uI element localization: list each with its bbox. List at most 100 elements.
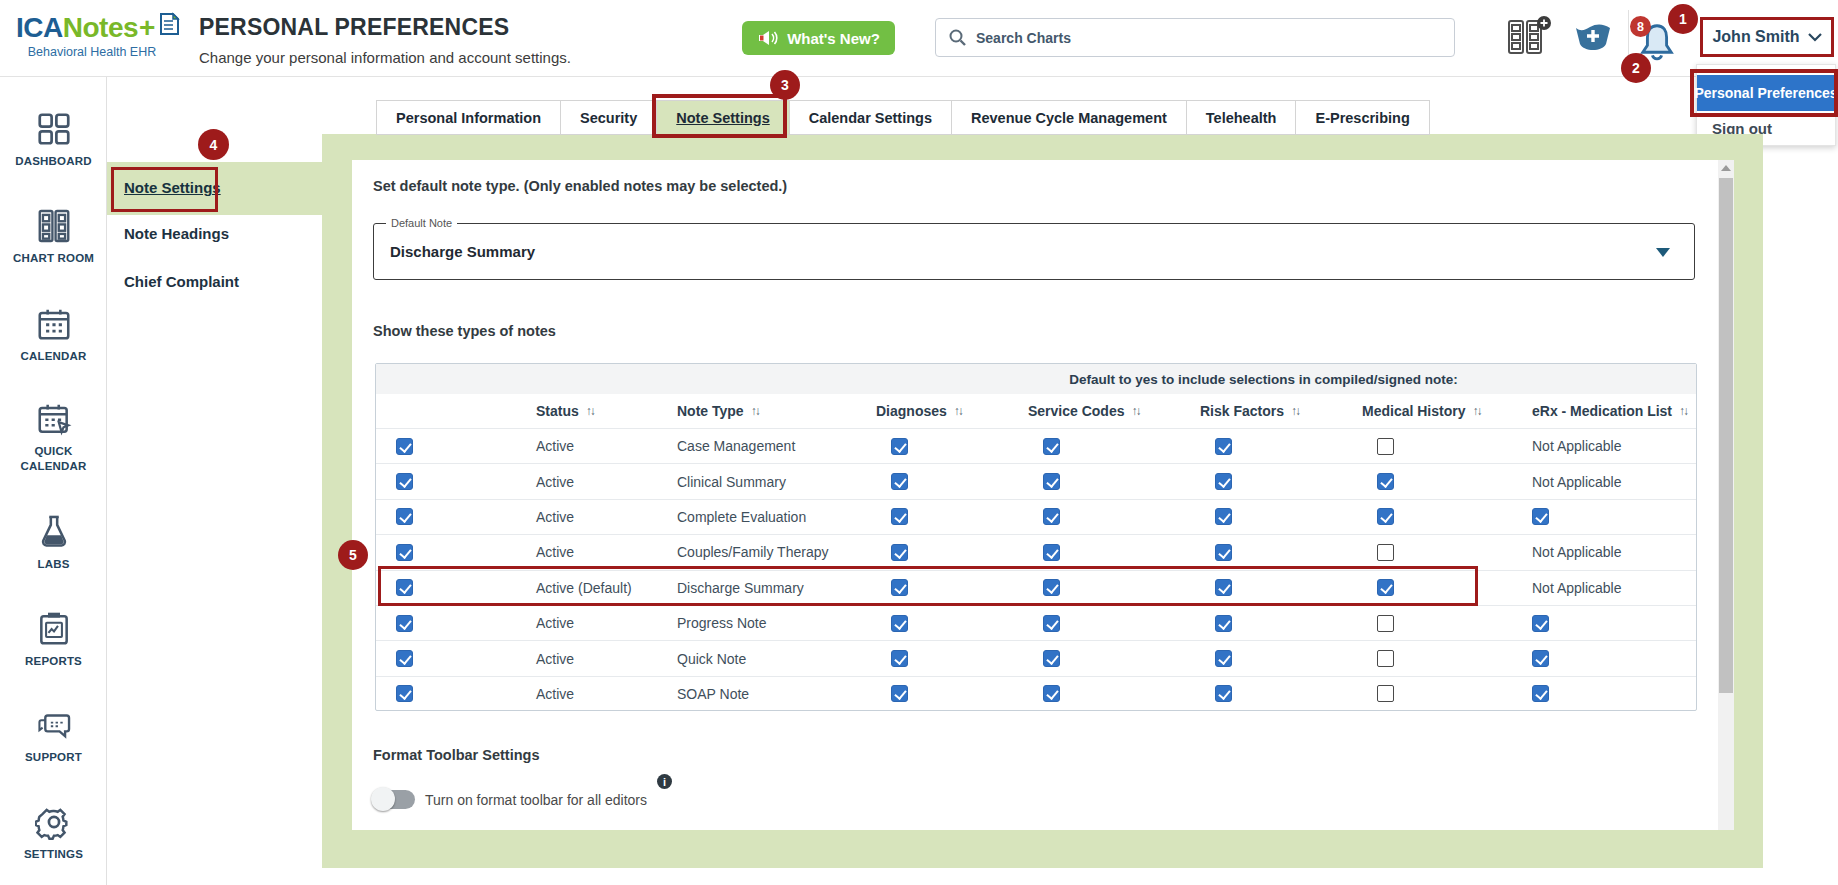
checkbox[interactable] — [396, 685, 413, 702]
sidebar-item-reports[interactable]: REPORTS — [0, 610, 107, 669]
sidebar-item-settings[interactable]: SETTINGS — [0, 803, 107, 862]
checkbox[interactable] — [1215, 650, 1232, 667]
checkbox[interactable] — [1532, 650, 1549, 667]
checkbox[interactable] — [1532, 685, 1549, 702]
column-header-status[interactable]: Status↑↓ — [536, 403, 677, 419]
sidebar-item-support[interactable]: SUPPORT — [0, 706, 107, 765]
sort-icon[interactable]: ↑↓ — [954, 404, 962, 418]
checkbox[interactable] — [1377, 685, 1394, 702]
checkbox[interactable] — [396, 615, 413, 632]
checkbox[interactable] — [891, 473, 908, 490]
user-menu-trigger[interactable]: John Smith — [1700, 17, 1834, 57]
checkbox[interactable] — [1532, 615, 1549, 632]
checkbox[interactable] — [1215, 685, 1232, 702]
checkbox[interactable] — [1043, 650, 1060, 667]
sort-icon[interactable]: ↑↓ — [1291, 404, 1299, 418]
search-input[interactable]: Search Charts — [935, 18, 1455, 57]
sort-icon[interactable]: ↑↓ — [1132, 404, 1140, 418]
checkbox[interactable] — [891, 508, 908, 525]
checkbox[interactable] — [1043, 615, 1060, 632]
column-header-risk-factors[interactable]: Risk Factors↑↓ — [1200, 403, 1362, 419]
tab-e-prescribing[interactable]: E-Prescribing — [1296, 100, 1429, 135]
sidebar-item-dashboard[interactable]: DASHBOARD — [0, 110, 107, 169]
column-header-diagnoses[interactable]: Diagnoses↑↓ — [876, 403, 1028, 419]
vertical-scrollbar[interactable] — [1718, 160, 1734, 830]
column-header-medical-history[interactable]: Medical History↑↓ — [1362, 403, 1532, 419]
status-cell: Active — [536, 544, 677, 560]
subnav-item-note-headings[interactable]: Note Headings — [124, 225, 229, 242]
checkbox[interactable] — [1215, 544, 1232, 561]
checkbox[interactable] — [1377, 615, 1394, 632]
checkbox[interactable] — [1215, 615, 1232, 632]
sort-icon[interactable]: ↑↓ — [1679, 404, 1687, 418]
checkbox[interactable] — [396, 473, 413, 490]
note-type-cell: Case Management — [677, 438, 876, 454]
format-toolbar-toggle[interactable] — [373, 790, 415, 809]
column-header-service-codes[interactable]: Service Codes↑↓ — [1028, 403, 1200, 419]
checkbox[interactable] — [1377, 438, 1394, 455]
chart-room-icon — [0, 207, 107, 245]
sidebar-item-labs[interactable]: LABS — [0, 513, 107, 572]
tab-revenue-cycle-management[interactable]: Revenue Cycle Management — [952, 100, 1187, 135]
tab-telehealth[interactable]: Telehealth — [1187, 100, 1297, 135]
checkbox[interactable] — [396, 438, 413, 455]
checkbox[interactable] — [1532, 508, 1549, 525]
checkbox[interactable] — [891, 650, 908, 667]
tab-personal-information[interactable]: Personal Information — [376, 100, 561, 135]
logo-plus: + — [139, 12, 155, 44]
sidebar-item-calendar[interactable]: CALENDAR — [0, 305, 107, 364]
sort-icon[interactable]: ↑↓ — [1472, 404, 1480, 418]
checkbox[interactable] — [891, 615, 908, 632]
whats-new-button[interactable]: What's New? — [742, 21, 895, 55]
erx-cell: Not Applicable — [1532, 544, 1688, 560]
tab-security[interactable]: Security — [561, 100, 657, 135]
logo-notes: Notes — [63, 12, 138, 44]
checkbox[interactable] — [1215, 438, 1232, 455]
default-note-select[interactable]: Default Note Discharge Summary — [373, 223, 1695, 280]
scrollbar-thumb[interactable] — [1719, 178, 1733, 693]
checkbox[interactable] — [1215, 473, 1232, 490]
sidebar-item-chart-room[interactable]: CHART ROOM — [0, 207, 107, 266]
pharmacy-mortar-icon[interactable] — [1572, 20, 1614, 62]
checkbox[interactable] — [1043, 508, 1060, 525]
checkbox[interactable] — [1043, 544, 1060, 561]
checkbox[interactable] — [891, 685, 908, 702]
checkbox[interactable] — [1377, 508, 1394, 525]
sidebar-item-quick-calendar[interactable]: QUICK CALENDAR — [0, 400, 107, 474]
checkbox[interactable] — [1377, 544, 1394, 561]
scrollbar-up-arrow[interactable] — [1718, 160, 1734, 175]
sort-icon[interactable]: ↑↓ — [586, 404, 594, 418]
checkbox[interactable] — [1377, 473, 1394, 490]
annotation-circle-2: 2 — [1621, 53, 1651, 83]
chart-cabinet-icon[interactable] — [1505, 15, 1553, 63]
notification-badge: 8 — [1630, 16, 1651, 37]
checkbox[interactable] — [1043, 685, 1060, 702]
calendar-icon — [0, 305, 107, 343]
checkbox[interactable] — [891, 438, 908, 455]
erx-cell: Not Applicable — [1532, 438, 1688, 454]
title-block: PERSONAL PREFERENCES Change your persona… — [199, 14, 571, 66]
checkbox[interactable] — [396, 650, 413, 667]
checkbox[interactable] — [1043, 473, 1060, 490]
settings-tabs: Personal Information Security Note Setti… — [376, 100, 1430, 135]
note-type-cell: Progress Note — [677, 615, 876, 631]
info-icon[interactable]: i — [657, 774, 672, 789]
annotation-circle-4: 4 — [198, 129, 229, 160]
table-row: ActiveQuick Note — [376, 640, 1696, 675]
logo-tagline: Behavioral Health EHR — [16, 45, 168, 59]
subnav-item-chief-complaint[interactable]: Chief Complaint — [124, 273, 239, 290]
tab-calendar-settings[interactable]: Calendar Settings — [790, 100, 952, 135]
checkbox[interactable] — [1215, 508, 1232, 525]
sort-icon[interactable]: ↑↓ — [751, 404, 759, 418]
checkbox[interactable] — [1043, 438, 1060, 455]
checkbox[interactable] — [1377, 650, 1394, 667]
checkbox[interactable] — [891, 544, 908, 561]
checkbox[interactable] — [396, 544, 413, 561]
default-note-label: Default Note — [386, 217, 457, 229]
column-header-erx[interactable]: eRx - Medication List↑↓ — [1532, 403, 1688, 419]
megaphone-icon — [757, 29, 779, 47]
dropdown-caret-icon[interactable] — [1656, 248, 1670, 257]
column-header-note-type[interactable]: Note Type↑↓ — [677, 403, 876, 419]
icanotes-logo[interactable]: ICANotes+ Behavioral Health EHR — [16, 11, 186, 59]
checkbox[interactable] — [396, 508, 413, 525]
